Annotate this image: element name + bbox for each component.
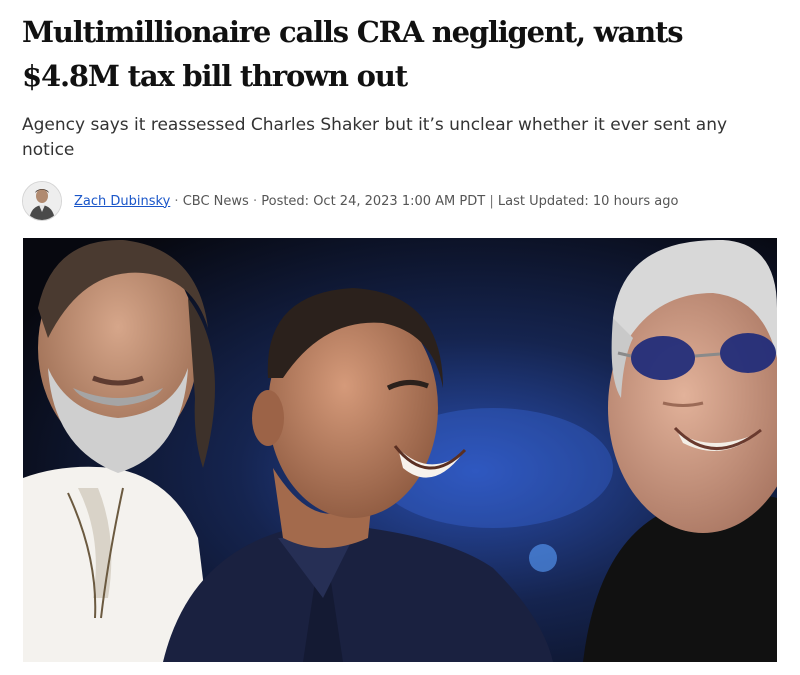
headline: Multimillionaire calls CRA negligent, wa… — [22, 15, 684, 93]
author-avatar[interactable] — [22, 181, 62, 221]
author-link[interactable]: Zach Dubinsky — [74, 194, 170, 209]
byline-separator-bar: | — [489, 193, 494, 209]
posted-timestamp: Posted: Oct 24, 2023 1:00 AM PDT — [261, 193, 486, 209]
byline-text: Zach Dubinsky · CBC News · Posted: Oct 2… — [74, 194, 678, 209]
article: Multimillionaire calls CRA negligent, wa… — [0, 0, 800, 675]
byline-separator-dot-2: · — [252, 193, 258, 209]
byline: Zach Dubinsky · CBC News · Posted: Oct 2… — [22, 180, 782, 222]
updated-timestamp: Last Updated: 10 hours ago — [497, 193, 679, 209]
byline-source: CBC News — [182, 193, 249, 209]
person-icon — [23, 182, 61, 220]
article-dek: Agency says it reassessed Charles Shaker… — [22, 115, 728, 160]
photo-image — [23, 238, 777, 662]
lead-photo[interactable] — [23, 238, 777, 662]
byline-separator-dot: · — [174, 193, 179, 209]
